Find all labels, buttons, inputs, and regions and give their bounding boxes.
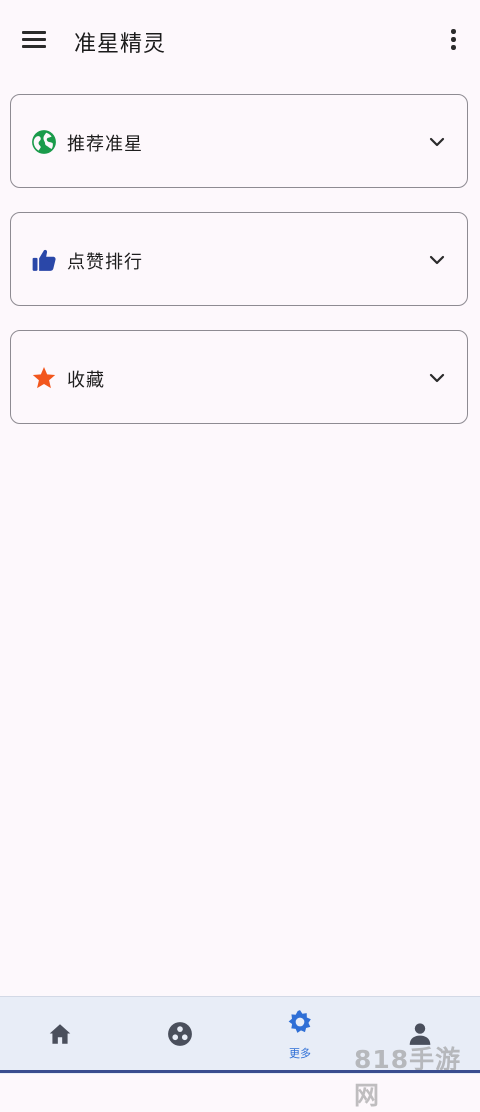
chevron-down-icon[interactable] xyxy=(427,132,447,152)
home-icon xyxy=(49,1024,71,1044)
app-title: 准星精灵 xyxy=(74,32,167,57)
nav-home[interactable] xyxy=(0,997,120,1074)
hamburger-menu-icon[interactable] xyxy=(22,29,48,51)
watermark: 818手游网 xyxy=(354,1045,462,1110)
card-label: 推荐准星 xyxy=(67,134,143,155)
star-icon xyxy=(32,366,56,389)
thumb-up-icon xyxy=(32,249,56,271)
nav-crosshair[interactable] xyxy=(120,997,240,1074)
gear-icon xyxy=(288,1010,311,1033)
globe-icon xyxy=(32,130,56,154)
chevron-down-icon[interactable] xyxy=(427,368,447,388)
nav-more-label: 更多 xyxy=(289,1047,311,1060)
nav-more[interactable]: 更多 xyxy=(240,997,360,1074)
likes-ranking-card[interactable]: 点赞排行 xyxy=(10,212,468,306)
app-bar: 准星精灵 xyxy=(0,0,480,82)
card-label: 收藏 xyxy=(67,370,105,391)
favorites-card[interactable]: 收藏 xyxy=(10,330,468,424)
crosshair-icon xyxy=(168,1022,192,1046)
chevron-down-icon[interactable] xyxy=(427,250,447,270)
more-vert-icon[interactable] xyxy=(444,27,462,53)
card-label: 点赞排行 xyxy=(67,252,143,273)
recommended-crosshair-card[interactable]: 推荐准星 xyxy=(10,94,468,188)
